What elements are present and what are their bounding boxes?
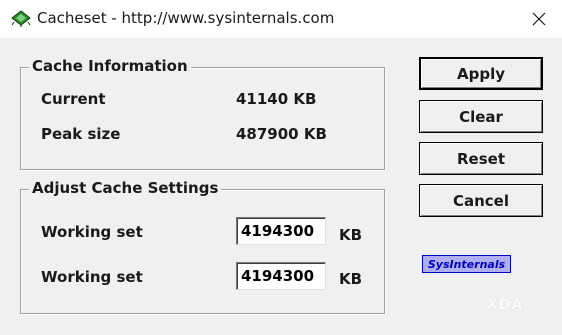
min-working-set-unit: KB xyxy=(339,226,363,244)
adjust-cache-settings-group: Adjust Cache Settings xyxy=(20,179,385,314)
clear-button[interactable]: Clear xyxy=(419,100,543,133)
peak-size-value: 487900 KB xyxy=(236,125,327,143)
min-working-set-input[interactable]: 4194300 xyxy=(236,217,326,245)
cache-information-group: Cache Information xyxy=(20,57,385,170)
close-button[interactable] xyxy=(516,0,562,38)
adjust-cache-settings-label: Adjust Cache Settings xyxy=(29,179,222,197)
title-bar[interactable]: Cacheset - http://www.sysinternals.com xyxy=(0,0,562,38)
max-working-set-label: Working set xyxy=(41,268,143,286)
chip-icon xyxy=(10,9,32,27)
sysinternals-link[interactable]: SysInternals xyxy=(422,255,511,273)
current-value: 41140 KB xyxy=(236,90,317,108)
min-working-set-label: Working set xyxy=(41,223,143,241)
reset-button[interactable]: Reset xyxy=(419,142,543,175)
close-icon xyxy=(532,12,546,26)
cacheset-window: Cacheset - http://www.sysinternals.com C… xyxy=(0,0,562,335)
apply-button[interactable]: Apply xyxy=(419,57,543,90)
xda-watermark-logo: XDA xyxy=(487,297,524,313)
window-title: Cacheset - http://www.sysinternals.com xyxy=(37,9,335,27)
peak-size-label: Peak size xyxy=(41,125,121,143)
cache-information-label: Cache Information xyxy=(29,57,191,75)
max-working-set-input[interactable]: 4194300 xyxy=(236,262,326,290)
cancel-button[interactable]: Cancel xyxy=(419,184,543,217)
max-working-set-unit: KB xyxy=(339,270,363,288)
current-label: Current xyxy=(41,90,106,108)
